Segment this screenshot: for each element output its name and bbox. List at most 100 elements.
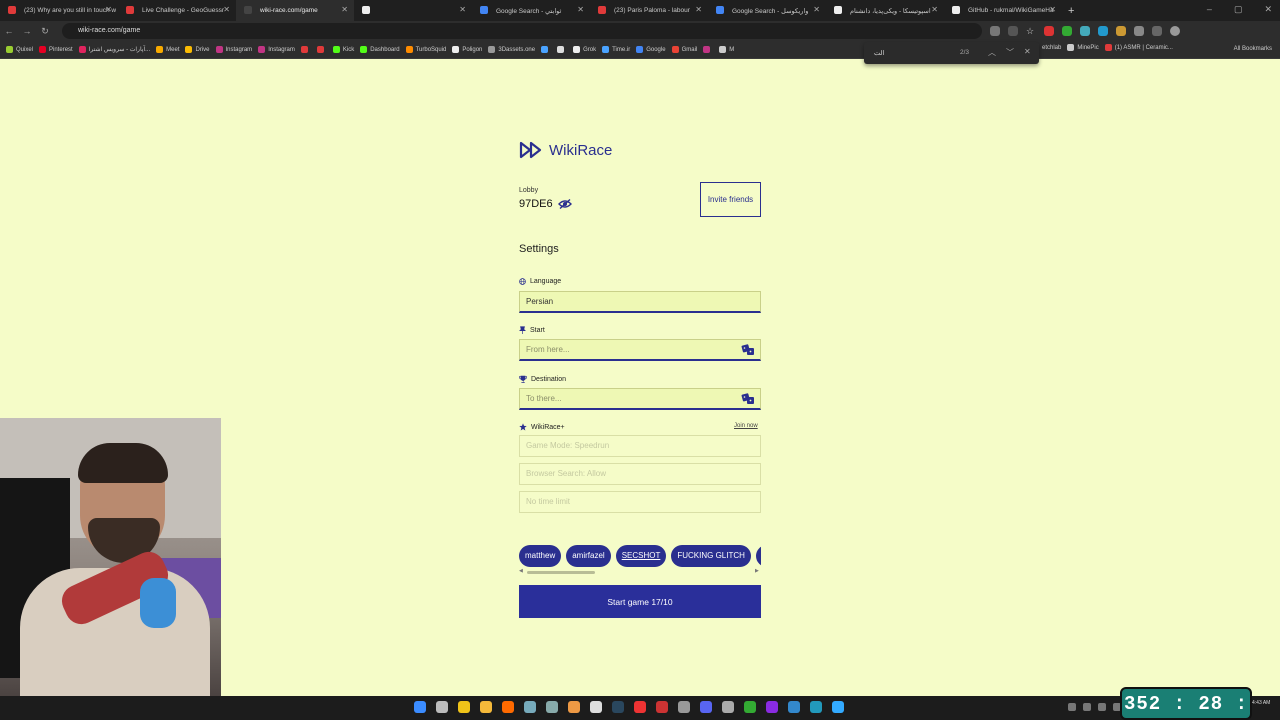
app-icon[interactable] — [810, 701, 822, 713]
browser-tab[interactable]: اسپوتیسکا - ویکی‌پدیا، دانشنام ✕ — [826, 0, 944, 21]
extension-icon[interactable] — [990, 26, 1000, 36]
dice-icon[interactable] — [741, 393, 755, 405]
bookmark-item[interactable]: Time.ir — [602, 46, 630, 53]
puzzle-icon[interactable] — [1152, 26, 1162, 36]
language-select[interactable]: Persian — [519, 291, 761, 313]
bookmark-item[interactable]: Drive — [185, 46, 210, 53]
bookmark-item[interactable]: Poligon — [452, 46, 482, 53]
profile-icon[interactable] — [1170, 26, 1180, 36]
eye-off-icon[interactable] — [1008, 26, 1018, 36]
bookmark-item[interactable]: Meet — [156, 46, 179, 53]
extension-icon[interactable] — [1116, 26, 1126, 36]
extension-icon[interactable] — [1080, 26, 1090, 36]
app-icon[interactable] — [458, 701, 470, 713]
player-chip[interactable]: matthew — [519, 545, 562, 567]
bookmark-item[interactable]: MinePic — [1067, 44, 1099, 51]
bookmark-item[interactable]: (1) ASMR | Ceramic... — [1104, 44, 1173, 51]
find-close-icon[interactable]: ✕ — [1024, 47, 1031, 58]
bookmark-item[interactable]: Quixel — [6, 46, 33, 53]
start-input[interactable]: From here... — [519, 339, 761, 361]
close-window-icon[interactable]: ✕ — [1264, 4, 1272, 15]
app-icon[interactable] — [766, 701, 778, 713]
player-chip[interactable]: SECSHOT — [615, 545, 667, 567]
player-chip[interactable]: Sina — [755, 545, 761, 567]
close-tab-icon[interactable]: ✕ — [931, 5, 938, 14]
close-tab-icon[interactable]: ✕ — [223, 5, 230, 14]
file-explorer-icon[interactable] — [480, 701, 492, 713]
bookmark-item[interactable]: M — [719, 46, 734, 53]
eye-off-icon[interactable] — [557, 199, 572, 209]
all-bookmarks-link[interactable]: All Bookmarks — [1234, 46, 1272, 52]
minimize-icon[interactable]: – — [1207, 4, 1212, 15]
start-menu-icon[interactable] — [414, 701, 426, 713]
join-now-link[interactable]: Join now — [734, 423, 758, 429]
steam-icon[interactable] — [612, 701, 624, 713]
player-list-scrollbar[interactable] — [527, 571, 595, 574]
star-icon[interactable]: ☆ — [1026, 26, 1036, 36]
browser-tab[interactable]: Live Challenge - GeoGuessr ✕ — [118, 0, 236, 21]
maximize-icon[interactable]: ▢ — [1234, 4, 1243, 15]
bookmark-item[interactable]: Dashboard — [360, 46, 400, 53]
tray-icon[interactable] — [1083, 703, 1091, 711]
app-icon[interactable] — [656, 701, 668, 713]
app-icon[interactable] — [744, 701, 756, 713]
close-tab-icon[interactable]: ✕ — [813, 5, 820, 14]
browser-tab[interactable]: (23) Paris Paloma - labour ✕ — [590, 0, 708, 21]
app-icon[interactable] — [788, 701, 800, 713]
bookmark-item[interactable] — [541, 46, 551, 53]
close-tab-icon[interactable]: ✕ — [341, 5, 348, 14]
bookmark-item[interactable] — [703, 46, 713, 53]
find-prev-icon[interactable]: ︿ — [988, 47, 996, 58]
close-tab-icon[interactable]: ✕ — [105, 5, 112, 14]
invite-friends-button[interactable]: Invite friends — [700, 182, 761, 217]
settings-icon[interactable] — [546, 701, 558, 713]
browser-tab[interactable]: ✕ — [354, 0, 472, 21]
discord-icon[interactable] — [700, 701, 712, 713]
bookmark-item[interactable]: 3Dassets.one — [488, 46, 535, 53]
chrome-icon[interactable] — [568, 701, 580, 713]
app-logo[interactable]: WikiRace — [519, 141, 612, 159]
bookmark-item[interactable]: Google — [636, 46, 666, 53]
bookmark-item[interactable]: Pinterest — [39, 46, 73, 53]
task-view-icon[interactable] — [436, 701, 448, 713]
start-game-button[interactable]: Start game 17/10 — [519, 585, 761, 618]
scroll-left-icon[interactable]: ◀ — [519, 568, 523, 574]
url-input[interactable]: wiki-race.com/game — [62, 23, 982, 39]
bookmark-item[interactable] — [557, 46, 567, 53]
close-tab-icon[interactable]: ✕ — [459, 5, 466, 14]
bookmark-item[interactable]: آپارات - سرویس اشترا... — [78, 46, 150, 53]
app-icon[interactable] — [634, 701, 646, 713]
app-icon[interactable] — [524, 701, 536, 713]
player-chip[interactable]: amirfazel — [566, 545, 611, 567]
browser-tab[interactable]: GitHub - rukmal/WikiGameHa ✕ — [944, 0, 1062, 21]
reload-icon[interactable]: ↻ — [36, 26, 54, 37]
bookmark-item[interactable]: TurboSquid — [405, 46, 446, 53]
bookmark-item[interactable]: Instagram — [258, 46, 295, 53]
app-icon[interactable] — [832, 701, 844, 713]
scroll-right-icon[interactable]: ▶ — [755, 568, 759, 574]
find-input[interactable]: الت — [874, 49, 884, 57]
bookmark-item[interactable] — [300, 46, 311, 53]
calculator-icon[interactable] — [678, 701, 690, 713]
back-icon[interactable]: ← — [0, 26, 18, 36]
tray-icon[interactable] — [1098, 703, 1106, 711]
player-list[interactable]: matthewamirfazelSECSHOTFUCKING GLITCH Sin… — [519, 545, 761, 569]
bookmark-item[interactable]: Kick — [332, 46, 354, 53]
app-icon[interactable] — [590, 701, 602, 713]
browser-tab[interactable]: wiki-race.com/game ✕ — [236, 0, 354, 21]
new-tab-icon[interactable]: + — [1068, 5, 1074, 17]
bookmark-item[interactable]: Gmail — [671, 46, 697, 53]
find-next-icon[interactable]: ﹀ — [1006, 47, 1014, 58]
close-tab-icon[interactable]: ✕ — [695, 5, 702, 14]
extension-icon[interactable] — [1098, 26, 1108, 36]
close-tab-icon[interactable]: ✕ — [577, 5, 584, 14]
destination-input[interactable]: To there... — [519, 388, 761, 410]
bookmark-item[interactable]: Instagram — [215, 46, 252, 53]
dice-icon[interactable] — [741, 344, 755, 356]
tray-icon[interactable] — [1068, 703, 1076, 711]
extension-icon[interactable] — [1134, 26, 1144, 36]
bookmark-item[interactable] — [316, 46, 327, 53]
app-icon[interactable] — [722, 701, 734, 713]
browser-tab[interactable]: Google Search - واریکوسل ✕ — [708, 0, 826, 21]
search-icon[interactable] — [502, 701, 514, 713]
